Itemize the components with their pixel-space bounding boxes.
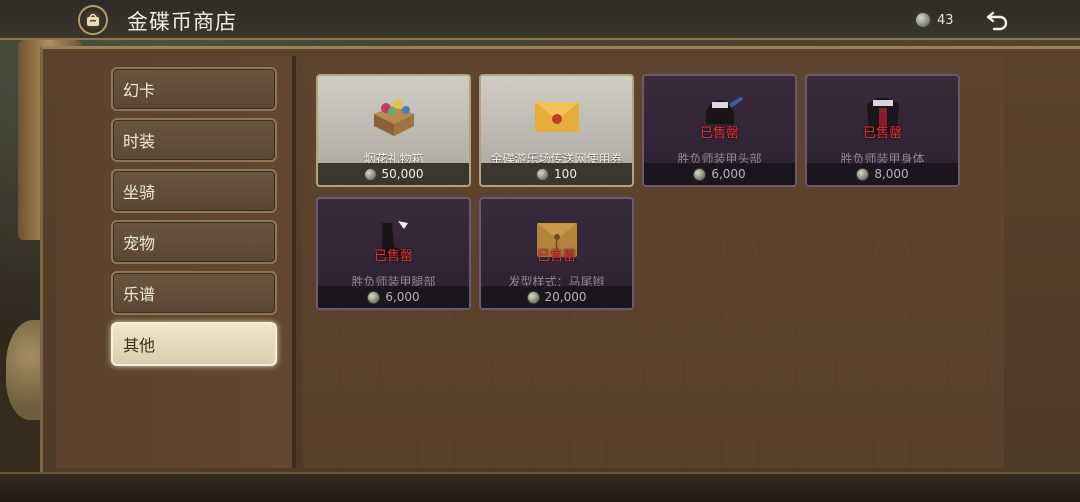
item-card[interactable]: 烟花礼物箱 50,000	[316, 74, 471, 187]
coin-icon	[693, 167, 707, 181]
page-title: 金碟币商店	[127, 10, 237, 34]
item-card[interactable]: 金碟游乐场传送网使用券 100	[479, 74, 634, 187]
sold-out-badge: 已售罄	[373, 249, 413, 264]
category-tab-outfits[interactable]: 时装	[111, 118, 277, 162]
category-tab-cards[interactable]: 幻卡	[111, 67, 277, 111]
category-tab-pets[interactable]: 宠物	[111, 220, 277, 264]
item-card[interactable]: 已售罄 胜负师装甲头部 6,000	[642, 74, 797, 187]
coin-icon	[363, 167, 377, 181]
envelope-ticket-icon	[534, 102, 579, 132]
item-card[interactable]: 已售罄 发型样式：马尾辫 20,000	[479, 197, 634, 310]
bottom-trim	[0, 472, 1080, 502]
item-price: 100	[481, 163, 632, 185]
sold-out-badge: 已售罄	[699, 126, 739, 141]
gift-box-icon	[373, 99, 414, 136]
category-tab-other[interactable]: 其他	[111, 322, 277, 366]
item-card[interactable]: 已售罄 胜负师装甲身体 8,000	[805, 74, 960, 187]
coin-icon	[536, 167, 550, 181]
coin-count: 43	[937, 12, 954, 28]
sold-out-badge: 已售罄	[536, 249, 576, 264]
price-value: 100	[554, 167, 577, 181]
category-label: 乐谱	[123, 285, 156, 304]
coin-icon	[915, 12, 931, 28]
item-price: 50,000	[318, 163, 469, 185]
price-value: 50,000	[381, 167, 424, 181]
coin-icon	[367, 290, 381, 304]
currency-display: 43	[915, 11, 954, 29]
category-tab-music[interactable]: 乐谱	[111, 271, 277, 315]
item-price: 6,000	[318, 286, 469, 308]
item-price: 8,000	[807, 163, 958, 185]
item-price: 20,000	[481, 286, 632, 308]
item-card[interactable]: 已售罄 胜负师装甲腿部 6,000	[316, 197, 471, 310]
category-tab-mounts[interactable]: 坐骑	[111, 169, 277, 213]
back-button[interactable]	[984, 8, 1012, 32]
category-label: 坐骑	[123, 183, 156, 202]
price-value: 8,000	[874, 167, 909, 181]
sold-out-badge: 已售罄	[862, 126, 902, 141]
top-bar: 金碟币商店 43	[0, 0, 1080, 40]
item-price: 6,000	[644, 163, 795, 185]
return-arrow-icon	[986, 11, 1008, 31]
coin-icon	[526, 290, 540, 304]
price-value: 6,000	[385, 290, 420, 304]
category-label: 宠物	[123, 234, 156, 253]
category-label: 时装	[123, 132, 156, 151]
category-label: 其他	[123, 336, 156, 355]
price-value: 20,000	[544, 290, 587, 304]
category-label: 幻卡	[123, 81, 156, 100]
coin-icon	[856, 167, 870, 181]
price-value: 6,000	[711, 167, 746, 181]
shop-bag-icon[interactable]	[78, 5, 108, 35]
